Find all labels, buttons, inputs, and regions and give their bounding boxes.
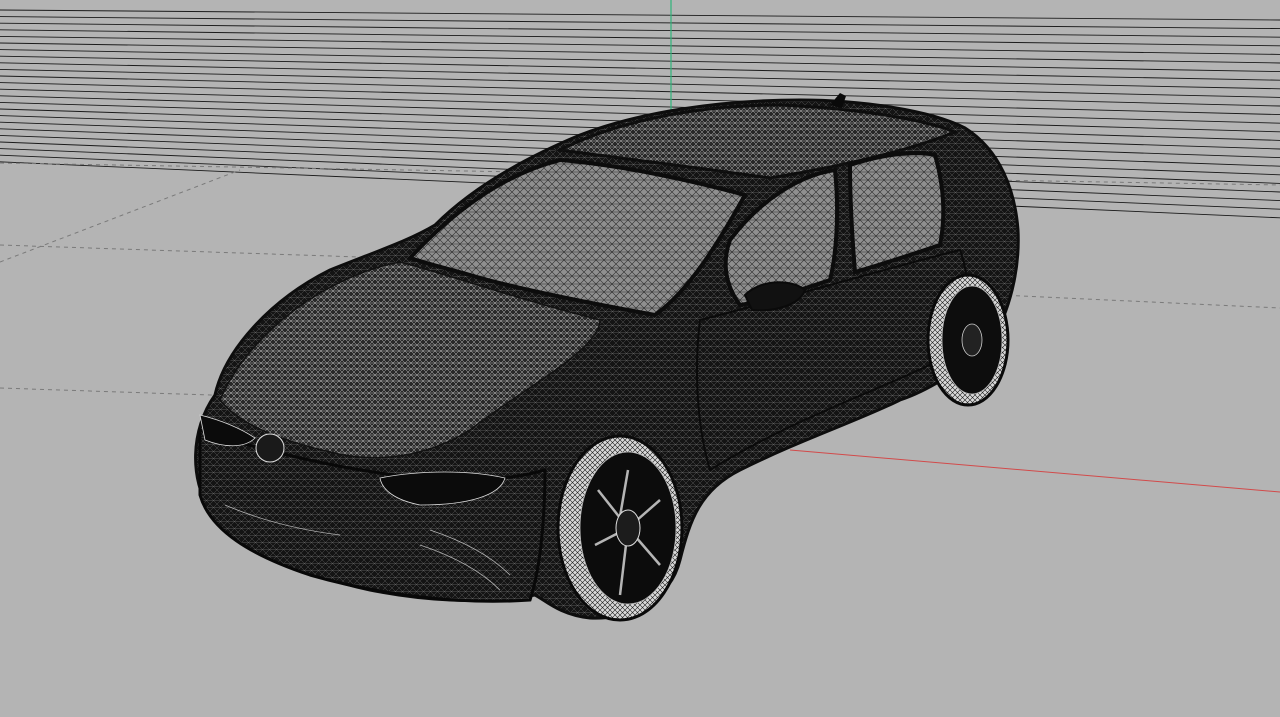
car-rear-wheel — [926, 273, 1010, 407]
grid-line — [0, 35, 1280, 55]
viewport-canvas[interactable] — [0, 0, 1280, 717]
grid-line — [0, 82, 1280, 116]
car-badge — [255, 433, 285, 463]
floor-grid-line — [999, 294, 1280, 309]
floor-grid-line — [0, 169, 241, 263]
car-front-wheel — [556, 434, 684, 622]
grid-line — [0, 22, 1280, 38]
x-axis-line — [789, 449, 1280, 493]
grid-line — [0, 29, 1280, 47]
3d-viewport[interactable] — [0, 0, 1280, 717]
grid-line — [0, 62, 1280, 90]
car-model[interactable] — [194, 93, 1020, 622]
grid-line — [0, 68, 1280, 98]
